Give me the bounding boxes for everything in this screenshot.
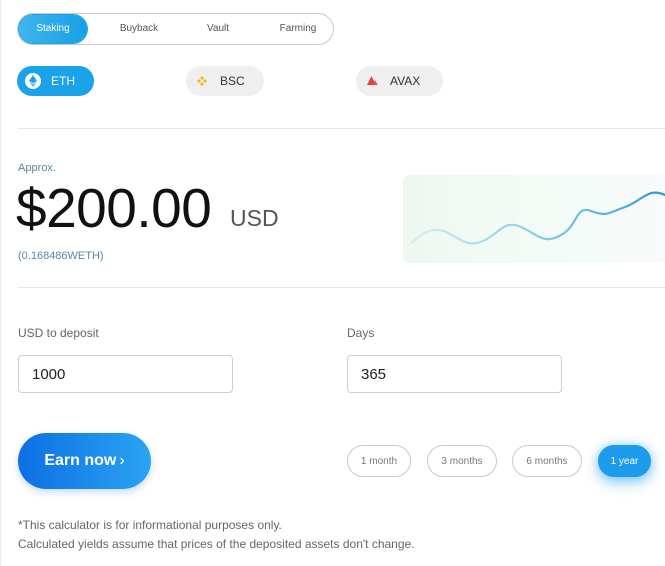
usd-deposit-label: USD to deposit xyxy=(18,326,99,340)
tab-vault[interactable]: Vault xyxy=(188,15,248,43)
chain-avax-button[interactable]: AVAX xyxy=(356,66,443,96)
amount-unit: USD xyxy=(230,205,279,231)
disclaimer-line-1: *This calculator is for informational pu… xyxy=(18,518,282,532)
chain-bsc-button[interactable]: BSC xyxy=(186,66,264,96)
disclaimer-line-2: Calculated yields assume that prices of … xyxy=(18,537,415,551)
chain-eth-label: ETH xyxy=(51,74,75,88)
earn-now-button[interactable]: Earn now › xyxy=(18,433,151,489)
tab-farming[interactable]: Farming xyxy=(266,15,330,43)
chain-eth-button[interactable]: ETH xyxy=(17,66,94,96)
estimated-amount: $200.00 xyxy=(16,177,212,239)
left-border xyxy=(0,0,1,566)
days-label: Days xyxy=(347,326,375,340)
period-1-year[interactable]: 1 year xyxy=(598,445,651,477)
usd-deposit-input[interactable] xyxy=(18,355,233,393)
token-amount: (0.168486WETH) xyxy=(18,250,104,262)
divider xyxy=(18,128,665,129)
tab-buyback[interactable]: Buyback xyxy=(104,15,174,43)
approx-label: Approx. xyxy=(18,162,56,174)
chevron-right-icon: › xyxy=(119,452,125,469)
tab-staking[interactable]: Staking xyxy=(19,15,87,43)
days-input[interactable] xyxy=(347,355,562,393)
chain-bsc-label: BSC xyxy=(220,74,245,88)
chain-avax-label: AVAX xyxy=(390,74,421,88)
period-6-months[interactable]: 6 months xyxy=(512,445,582,477)
eth-icon xyxy=(25,73,41,89)
yield-sparkline xyxy=(403,175,665,263)
period-1-month[interactable]: 1 month xyxy=(347,445,411,477)
earn-now-label: Earn now xyxy=(44,452,117,469)
section-tabs: Staking Buyback Vault Farming xyxy=(17,13,334,45)
bnb-icon xyxy=(194,73,210,89)
divider xyxy=(18,287,665,288)
avax-icon xyxy=(364,73,380,89)
period-3-months[interactable]: 3 months xyxy=(427,445,497,477)
